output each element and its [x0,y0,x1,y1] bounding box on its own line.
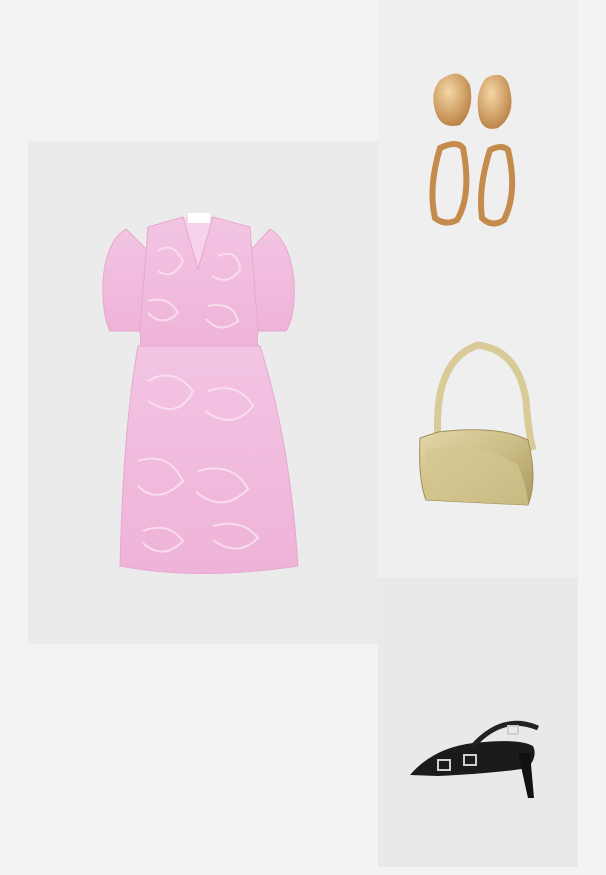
pink-lace-dress-image [102,213,299,574]
gold-shoulder-bag-image [419,341,537,506]
gold-earrings-image [429,73,516,227]
dress-tile[interactable] [28,141,378,644]
earrings-tile[interactable] [378,0,578,300]
shoe-tile[interactable] [378,578,578,867]
bag-tile[interactable] [378,300,578,578]
black-slingback-shoe-image [410,720,539,798]
